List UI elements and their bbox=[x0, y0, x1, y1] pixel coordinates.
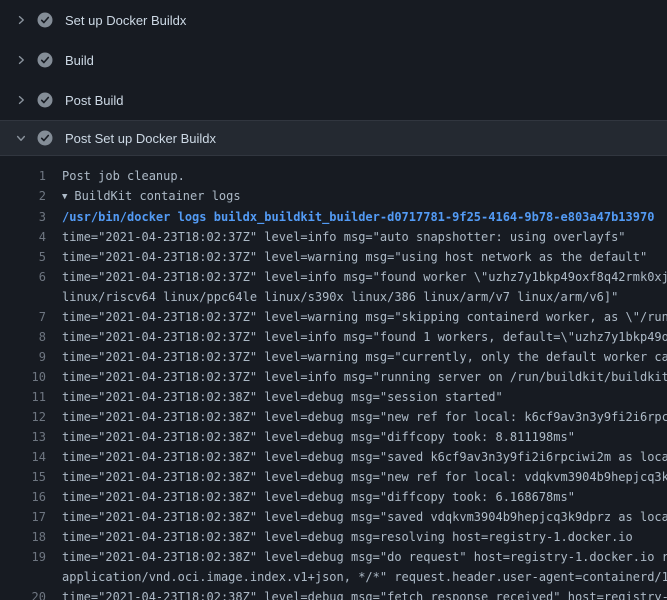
log-line-text: time="2021-04-23T18:02:37Z" level=info m… bbox=[62, 327, 667, 347]
log-group-title: BuildKit container logs bbox=[74, 189, 240, 203]
log-line: 11 time="2021-04-23T18:02:38Z" level=debu… bbox=[0, 387, 667, 407]
log-line-text: time="2021-04-23T18:02:37Z" level=info m… bbox=[62, 227, 626, 247]
step-label: Post Build bbox=[65, 93, 124, 108]
log-line-number[interactable]: 15 bbox=[0, 467, 46, 487]
log-line-text: time="2021-04-23T18:02:38Z" level=debug … bbox=[62, 467, 667, 487]
chevron-right-icon bbox=[13, 12, 29, 28]
log-line: 14 time="2021-04-23T18:02:38Z" level=debu… bbox=[0, 447, 667, 467]
log-line: 6 time="2021-04-23T18:02:37Z" level=info … bbox=[0, 267, 667, 287]
log-line: 4 time="2021-04-23T18:02:37Z" level=info … bbox=[0, 227, 667, 247]
log-line-text: time="2021-04-23T18:02:38Z" level=debug … bbox=[62, 527, 633, 547]
log-line-text: time="2021-04-23T18:02:38Z" level=debug … bbox=[62, 487, 575, 507]
log-line-text: linux/riscv64 linux/ppc64le linux/s390x … bbox=[62, 287, 618, 307]
log-line: 10 time="2021-04-23T18:02:37Z" level=info… bbox=[0, 367, 667, 387]
step-label: Post Set up Docker Buildx bbox=[65, 131, 216, 146]
log-line: 9 time="2021-04-23T18:02:37Z" level=warni… bbox=[0, 347, 667, 367]
log-line: 15 time="2021-04-23T18:02:38Z" level=debu… bbox=[0, 467, 667, 487]
log-line-text: time="2021-04-23T18:02:37Z" level=warnin… bbox=[62, 347, 667, 367]
log-line-text: time="2021-04-23T18:02:38Z" level=debug … bbox=[62, 387, 503, 407]
log-line-number[interactable]: 17 bbox=[0, 507, 46, 527]
log-command-text: /usr/bin/docker logs buildx_buildkit_bui… bbox=[62, 207, 654, 227]
log-line: 5 time="2021-04-23T18:02:37Z" level=warni… bbox=[0, 247, 667, 267]
steps-list: Set up Docker Buildx Build Post Build Post … bbox=[0, 0, 667, 156]
log-line: 16 time="2021-04-23T18:02:38Z" level=debu… bbox=[0, 487, 667, 507]
log-line-text: time="2021-04-23T18:02:37Z" level=warnin… bbox=[62, 247, 647, 267]
log-line: 1 Post job cleanup. bbox=[0, 166, 667, 186]
log-line-text: time="2021-04-23T18:02:37Z" level=info m… bbox=[62, 367, 667, 387]
log-line: 17 time="2021-04-23T18:02:38Z" level=debu… bbox=[0, 507, 667, 527]
log-line: 20 time="2021-04-23T18:02:38Z" level=debu… bbox=[0, 587, 667, 600]
step-label: Build bbox=[65, 53, 94, 68]
log-line: 18 time="2021-04-23T18:02:38Z" level=debu… bbox=[0, 527, 667, 547]
log-line-number[interactable]: 18 bbox=[0, 527, 46, 547]
log-group: ▼ BuildKit container logs bbox=[62, 186, 241, 207]
step-row-set-up-docker-buildx[interactable]: Set up Docker Buildx bbox=[0, 0, 667, 40]
log-line-number[interactable]: 11 bbox=[0, 387, 46, 407]
log-line: 3/usr/bin/docker logs buildx_buildkit_bu… bbox=[0, 207, 667, 227]
chevron-down-icon bbox=[13, 130, 29, 146]
chevron-right-icon bbox=[13, 52, 29, 68]
workflow-log-viewer: Set up Docker Buildx Build Post Build Post … bbox=[0, 0, 667, 600]
log-line-number[interactable]: 13 bbox=[0, 427, 46, 447]
check-circle-icon bbox=[37, 12, 53, 28]
triangle-down-icon: ▼ bbox=[62, 187, 67, 207]
log-line: 13 time="2021-04-23T18:02:38Z" level=debu… bbox=[0, 427, 667, 447]
step-row-build[interactable]: Build bbox=[0, 40, 667, 80]
step-row-post-set-up-docker-buildx[interactable]: Post Set up Docker Buildx bbox=[0, 120, 667, 156]
log-line-text: time="2021-04-23T18:02:38Z" level=debug … bbox=[62, 427, 575, 447]
log-line: 7 time="2021-04-23T18:02:37Z" level=warni… bbox=[0, 307, 667, 327]
log-line-number[interactable]: 12 bbox=[0, 407, 46, 427]
log-line-number[interactable]: 20 bbox=[0, 587, 46, 600]
log-line-text: time="2021-04-23T18:02:38Z" level=debug … bbox=[62, 407, 667, 427]
log-panel: 1 Post job cleanup. 2 ▼ BuildKit container l… bbox=[0, 156, 667, 600]
step-row-post-build[interactable]: Post Build bbox=[0, 80, 667, 120]
log-line-number[interactable]: 14 bbox=[0, 447, 46, 467]
log-line-number[interactable]: 7 bbox=[0, 307, 46, 327]
check-circle-icon bbox=[37, 130, 53, 146]
log-line-number[interactable]: 9 bbox=[0, 347, 46, 367]
check-circle-icon bbox=[37, 92, 53, 108]
log-line: 12 time="2021-04-23T18:02:38Z" level=debu… bbox=[0, 407, 667, 427]
log-line-number[interactable]: 5 bbox=[0, 247, 46, 267]
log-line: 19 time="2021-04-23T18:02:38Z" level=debu… bbox=[0, 547, 667, 567]
log-line-number[interactable]: 1 bbox=[0, 166, 46, 186]
log-line-text: time="2021-04-23T18:02:38Z" level=debug … bbox=[62, 587, 667, 600]
log-line-number[interactable]: 4 bbox=[0, 227, 46, 247]
log-line-text: application/vnd.oci.image.index.v1+json,… bbox=[62, 567, 667, 587]
log-line-number[interactable]: 6 bbox=[0, 267, 46, 287]
step-label: Set up Docker Buildx bbox=[65, 13, 186, 28]
log-line: application/vnd.oci.image.index.v1+json,… bbox=[0, 567, 667, 587]
log-line-text: time="2021-04-23T18:02:38Z" level=debug … bbox=[62, 447, 667, 467]
log-line-text: time="2021-04-23T18:02:37Z" level=warnin… bbox=[62, 307, 667, 327]
log-line-text: Post job cleanup. bbox=[62, 166, 185, 186]
check-circle-icon bbox=[37, 52, 53, 68]
log-line-number[interactable]: 8 bbox=[0, 327, 46, 347]
chevron-right-icon bbox=[13, 92, 29, 108]
log-line-number[interactable]: 2 bbox=[0, 186, 46, 206]
log-line-number[interactable]: 10 bbox=[0, 367, 46, 387]
log-line-number[interactable]: 19 bbox=[0, 547, 46, 567]
log-line-text: time="2021-04-23T18:02:38Z" level=debug … bbox=[62, 507, 667, 527]
log-group-row[interactable]: 2 ▼ BuildKit container logs bbox=[0, 186, 667, 207]
log-line-number[interactable]: 16 bbox=[0, 487, 46, 507]
log-line: linux/riscv64 linux/ppc64le linux/s390x … bbox=[0, 287, 667, 307]
log-line-number[interactable]: 3 bbox=[0, 207, 46, 227]
log-line-text: time="2021-04-23T18:02:37Z" level=info m… bbox=[62, 267, 667, 287]
log-line-text: time="2021-04-23T18:02:38Z" level=debug … bbox=[62, 547, 667, 567]
log-line: 8 time="2021-04-23T18:02:37Z" level=info … bbox=[0, 327, 667, 347]
